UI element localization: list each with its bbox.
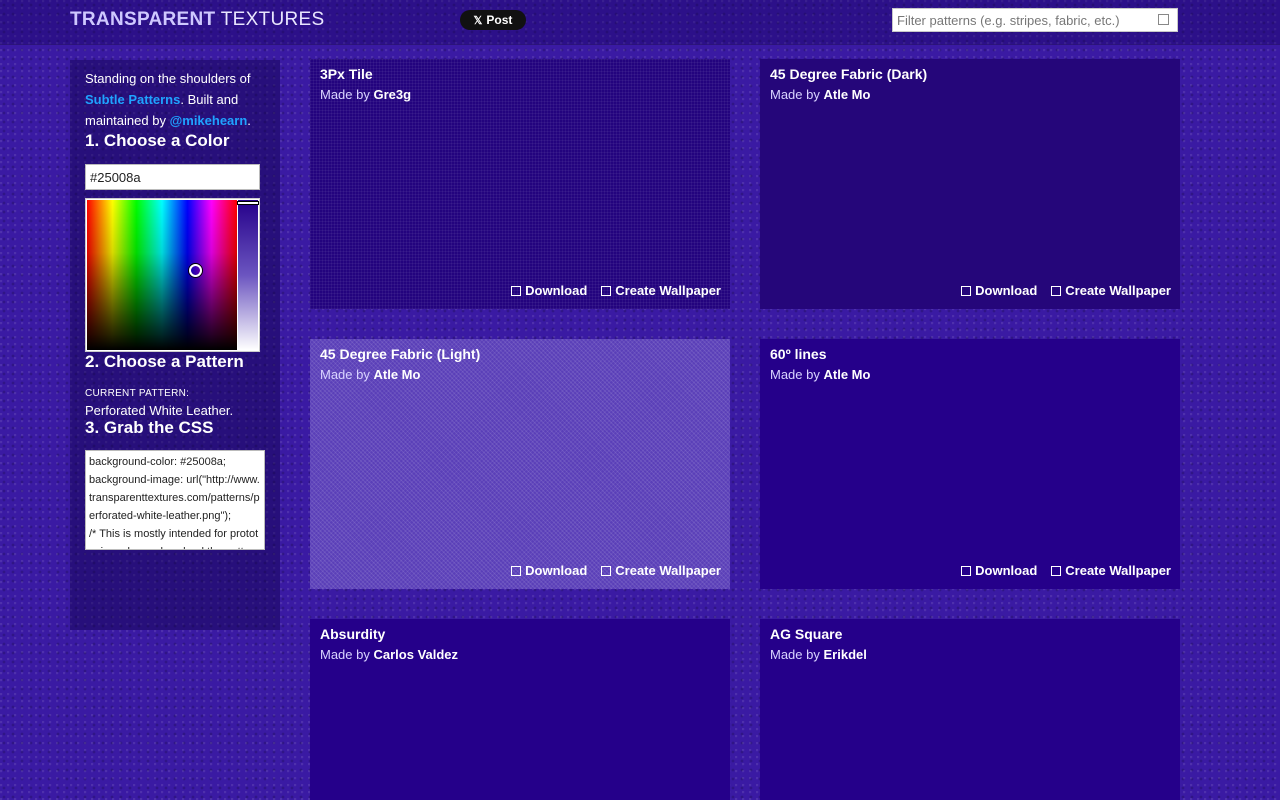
wallpaper-icon — [1051, 565, 1062, 576]
pattern-author: Made by Atle Mo — [320, 367, 720, 382]
step-choose-color-heading: 1. Choose a Color — [85, 131, 230, 150]
pattern-card[interactable]: AG Square Made by Erikdel — [760, 619, 1180, 800]
filter-input[interactable] — [893, 9, 1151, 31]
color-slider[interactable] — [238, 200, 258, 350]
download-button[interactable]: Download — [511, 283, 587, 298]
subtle-patterns-link[interactable]: Subtle Patterns — [85, 92, 180, 107]
color-picker-cursor[interactable] — [189, 264, 202, 277]
author-name: Gre3g — [373, 87, 412, 102]
logo-light-text: TEXTURES — [220, 9, 325, 30]
pattern-author: Made by Carlos Valdez — [320, 647, 720, 662]
css-output-textarea[interactable]: background-color: #25008a; background-im… — [85, 450, 265, 550]
pattern-title: AG Square — [770, 626, 843, 642]
download-label: Download — [525, 283, 588, 298]
made-by-label: Made by — [320, 367, 370, 382]
current-pattern-name: Perforated White Leather. — [85, 403, 234, 418]
pattern-card[interactable]: 45 Degree Fabric (Light) Made by Atle Mo… — [310, 339, 730, 589]
made-by-label: Made by — [320, 87, 370, 102]
pattern-card[interactable]: 3Px Tile Made by Gre3g Download Create W… — [310, 59, 730, 309]
author-name: Atle Mo — [823, 367, 871, 382]
download-label: Download — [975, 563, 1038, 578]
wallpaper-icon — [1051, 285, 1062, 296]
download-icon — [511, 285, 522, 296]
pattern-author: Made by Gre3g — [320, 87, 720, 102]
made-by-label: Made by — [770, 647, 820, 662]
pattern-actions: Download Create Wallpaper — [961, 563, 1171, 578]
logo-bold-text: TRANSPARENT — [70, 9, 216, 30]
filter-search — [892, 8, 1178, 32]
intro-prefix: Standing on the shoulders of — [85, 71, 251, 86]
download-button[interactable]: Download — [961, 563, 1037, 578]
pattern-actions: Download Create Wallpaper — [961, 283, 1171, 298]
pattern-author: Made by Atle Mo — [770, 367, 1170, 382]
pattern-title: 3Px Tile — [320, 66, 373, 82]
pattern-card[interactable]: 60º lines Made by Atle Mo Download Creat… — [760, 339, 1180, 589]
download-icon — [511, 565, 522, 576]
current-pattern-label: CURRENT PATTERN: — [85, 388, 190, 399]
site-logo[interactable]: TRANSPARENT TEXTURES — [70, 9, 324, 31]
pattern-card[interactable]: 45 Degree Fabric (Dark) Made by Atle Mo … — [760, 59, 1180, 309]
step-grab-css-heading: 3. Grab the CSS — [85, 418, 214, 437]
wallpaper-icon — [601, 565, 612, 576]
clear-search-icon[interactable] — [1158, 14, 1169, 25]
color-saturation-area[interactable] — [87, 200, 237, 350]
create-wallpaper-button[interactable]: Create Wallpaper — [601, 563, 721, 578]
create-wallpaper-label: Create Wallpaper — [1065, 283, 1171, 298]
pattern-title: Absurdity — [320, 626, 386, 642]
color-picker — [85, 198, 260, 352]
download-button[interactable]: Download — [511, 563, 587, 578]
x-logo-icon: 𝕏 — [473, 14, 483, 27]
pattern-author: Made by Erikdel — [770, 647, 1170, 662]
create-wallpaper-button[interactable]: Create Wallpaper — [1051, 283, 1171, 298]
author-name: Carlos Valdez — [373, 647, 459, 662]
x-post-label: Post — [486, 13, 513, 27]
top-bar: TRANSPARENT TEXTURES 𝕏 Post — [0, 0, 1280, 44]
download-button[interactable]: Download — [961, 283, 1037, 298]
x-post-button[interactable]: 𝕏 Post — [460, 10, 526, 30]
pattern-title: 60º lines — [770, 346, 827, 362]
mikehearn-link[interactable]: @mikehearn — [170, 113, 248, 128]
wallpaper-icon — [601, 285, 612, 296]
download-icon — [961, 285, 972, 296]
pattern-title: 45 Degree Fabric (Dark) — [770, 66, 928, 82]
create-wallpaper-button[interactable]: Create Wallpaper — [601, 283, 721, 298]
color-slider-handle[interactable] — [238, 202, 258, 204]
made-by-label: Made by — [320, 647, 370, 662]
download-label: Download — [975, 283, 1038, 298]
color-hex-input[interactable] — [85, 164, 260, 190]
author-name: Erikdel — [823, 647, 867, 662]
create-wallpaper-label: Create Wallpaper — [615, 563, 721, 578]
sidebar: Standing on the shoulders of Subtle Patt… — [70, 60, 280, 630]
author-name: Atle Mo — [373, 367, 421, 382]
download-label: Download — [525, 563, 588, 578]
pattern-card[interactable]: Absurdity Made by Carlos Valdez — [310, 619, 730, 800]
step-choose-pattern-heading: 2. Choose a Pattern — [85, 352, 244, 371]
pattern-author: Made by Atle Mo — [770, 87, 1170, 102]
create-wallpaper-label: Create Wallpaper — [615, 283, 721, 298]
create-wallpaper-label: Create Wallpaper — [1065, 563, 1171, 578]
create-wallpaper-button[interactable]: Create Wallpaper — [1051, 563, 1171, 578]
author-name: Atle Mo — [823, 87, 871, 102]
intro-text: Standing on the shoulders of Subtle Patt… — [85, 68, 265, 131]
pattern-title: 45 Degree Fabric (Light) — [320, 346, 481, 362]
made-by-label: Made by — [770, 367, 820, 382]
pattern-actions: Download Create Wallpaper — [511, 283, 721, 298]
download-icon — [961, 565, 972, 576]
made-by-label: Made by — [770, 87, 820, 102]
pattern-actions: Download Create Wallpaper — [511, 563, 721, 578]
intro-end: . — [247, 113, 251, 128]
